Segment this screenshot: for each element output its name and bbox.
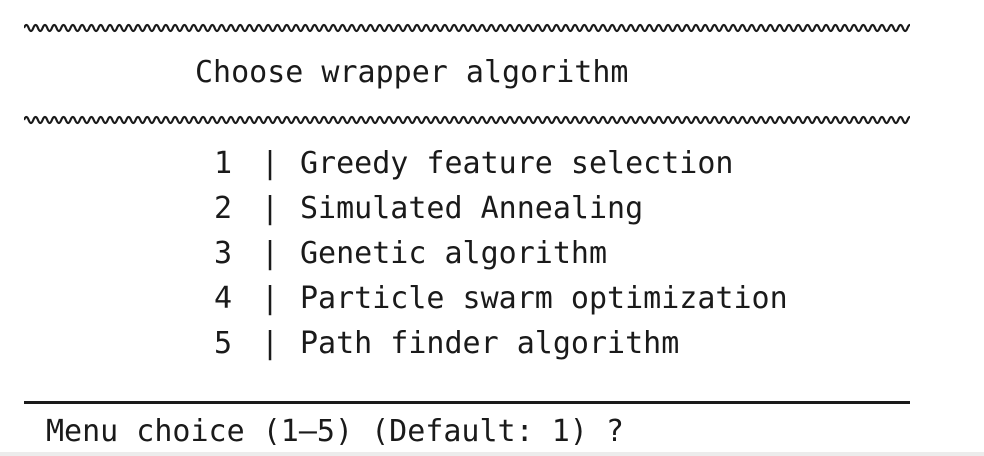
menu-option-label: Greedy feature selection <box>300 146 734 181</box>
menu-option-number: 1 <box>214 146 233 181</box>
terminal-window: Choose wrapper algorithm 1 | Greedy feat… <box>0 0 984 456</box>
window-bottom-edge <box>0 452 984 456</box>
menu-option-separator: | <box>260 236 280 271</box>
menu-option-number: 4 <box>214 281 233 316</box>
menu-option-particle-swarm[interactable]: 4 | Particle swarm optimization <box>214 276 788 321</box>
menu-option-number: 3 <box>214 236 233 271</box>
menu-option-path-finder[interactable]: 5 | Path finder algorithm <box>214 321 788 366</box>
menu-option-label: Genetic algorithm <box>300 236 608 271</box>
menu-option-separator: | <box>260 146 280 181</box>
menu-option-separator: | <box>260 326 280 361</box>
menu-option-separator: | <box>260 281 280 316</box>
menu-option-genetic[interactable]: 3 | Genetic algorithm <box>214 231 788 276</box>
menu-option-label: Particle swarm optimization <box>300 281 788 316</box>
menu-option-simulated-annealing[interactable]: 2 | Simulated Annealing <box>214 186 788 231</box>
bottom-wavy-border <box>24 112 910 128</box>
menu-choice-prompt[interactable]: Menu choice (1–5) (Default: 1) ? <box>46 411 638 453</box>
algorithm-menu: 1 | Greedy feature selection 2 | Simulat… <box>214 141 788 366</box>
prompt-divider <box>24 401 910 404</box>
menu-option-number: 2 <box>214 191 233 226</box>
menu-option-separator: | <box>260 191 280 226</box>
menu-option-label: Path finder algorithm <box>300 326 680 361</box>
menu-option-greedy[interactable]: 1 | Greedy feature selection <box>214 141 788 186</box>
top-wavy-border <box>24 20 910 36</box>
menu-option-number: 5 <box>214 326 233 361</box>
prompt-text: Menu choice (1–5) (Default: 1) ? <box>46 414 624 449</box>
menu-option-label: Simulated Annealing <box>300 191 644 226</box>
menu-title: Choose wrapper algorithm <box>195 55 629 90</box>
